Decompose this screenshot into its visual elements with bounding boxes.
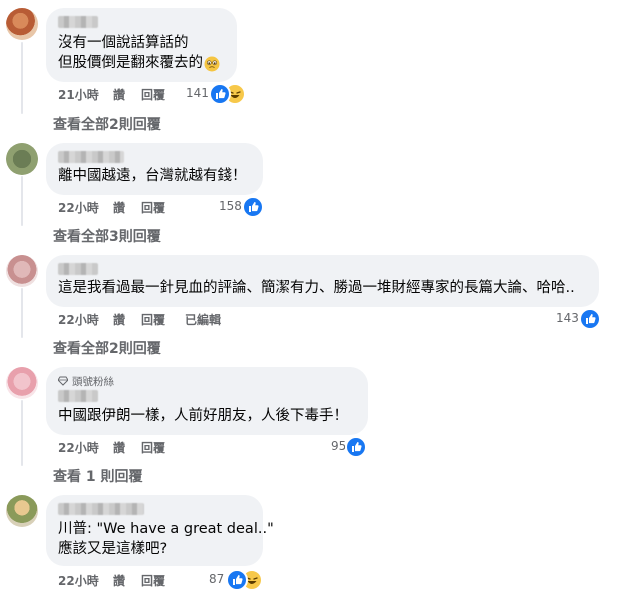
avatar[interactable] xyxy=(6,8,38,40)
diamond-icon xyxy=(58,376,68,386)
comment-text-line: 應該又是這樣吧? xyxy=(58,541,168,557)
thread-line xyxy=(21,288,23,338)
commenter-name[interactable] xyxy=(58,151,124,163)
reply-button[interactable]: 回覆 xyxy=(141,86,165,103)
thread-line xyxy=(21,176,23,226)
reaction-count[interactable]: 143 xyxy=(556,311,579,325)
comment-time[interactable]: 22小時 xyxy=(58,311,99,328)
reaction-count[interactable]: 141 xyxy=(186,86,209,100)
top-fan-badge[interactable]: 頭號粉絲 xyxy=(58,374,114,389)
comment-time[interactable]: 22小時 xyxy=(58,439,99,456)
comment-text-line: 但股價倒是翻來覆去的 xyxy=(58,55,203,71)
comment-text-line: 川普: "We have a great deal.." xyxy=(58,521,274,537)
view-replies-link[interactable]: 查看 1 則回覆 xyxy=(53,466,143,486)
view-replies-link[interactable]: 查看全部2則回覆 xyxy=(53,338,161,358)
badge-label: 頭號粉絲 xyxy=(72,376,114,388)
comment-text-line: 中國跟伊朗一樣，人前好朋友，人後下毒手！ xyxy=(58,408,348,424)
comment-time[interactable]: 21小時 xyxy=(58,86,99,103)
commenter-name[interactable] xyxy=(58,390,98,402)
like-icon[interactable] xyxy=(345,436,367,458)
like-button[interactable]: 讚 xyxy=(113,86,125,103)
thread-line xyxy=(21,400,23,466)
comment-text-line: 離中國越遠，台灣就越有錢！ xyxy=(58,168,247,184)
avatar[interactable] xyxy=(6,255,38,287)
reply-button[interactable]: 回覆 xyxy=(141,199,165,216)
like-button[interactable]: 讚 xyxy=(113,572,125,589)
commenter-name[interactable] xyxy=(58,263,98,275)
reaction-count[interactable]: 158 xyxy=(219,199,242,213)
edited-label[interactable]: 已編輯 xyxy=(185,311,221,328)
like-icon[interactable] xyxy=(242,196,264,218)
reply-button[interactable]: 回覆 xyxy=(141,439,165,456)
avatar[interactable] xyxy=(6,143,38,175)
view-replies-link[interactable]: 查看全部2則回覆 xyxy=(53,114,161,134)
commenter-name[interactable] xyxy=(58,16,98,28)
commenter-name[interactable] xyxy=(58,503,144,515)
view-replies-link[interactable]: 查看全部3則回覆 xyxy=(53,226,161,246)
comment-time[interactable]: 22小時 xyxy=(58,572,99,589)
like-button[interactable]: 讚 xyxy=(113,439,125,456)
reply-button[interactable]: 回覆 xyxy=(141,311,165,328)
avatar[interactable] xyxy=(6,495,38,527)
like-button[interactable]: 讚 xyxy=(113,199,125,216)
avatar[interactable] xyxy=(6,367,38,399)
like-icon[interactable] xyxy=(226,569,248,591)
like-icon[interactable] xyxy=(579,308,601,330)
comment-time[interactable]: 22小時 xyxy=(58,199,99,216)
reaction-count[interactable]: 95 xyxy=(331,439,346,453)
like-button[interactable]: 讚 xyxy=(113,311,125,328)
like-icon[interactable] xyxy=(209,83,231,105)
comment-text-line: 沒有一個說話算話的 xyxy=(58,35,189,51)
reaction-count[interactable]: 87 xyxy=(209,572,224,586)
thread-line xyxy=(21,42,23,114)
comment-text-line: 這是我看過最一針見血的評論、簡潔有力、勝過一堆財經專家的長篇大論、哈哈.. xyxy=(58,280,575,296)
reply-button[interactable]: 回覆 xyxy=(141,572,165,589)
crying-face-icon xyxy=(204,56,220,72)
